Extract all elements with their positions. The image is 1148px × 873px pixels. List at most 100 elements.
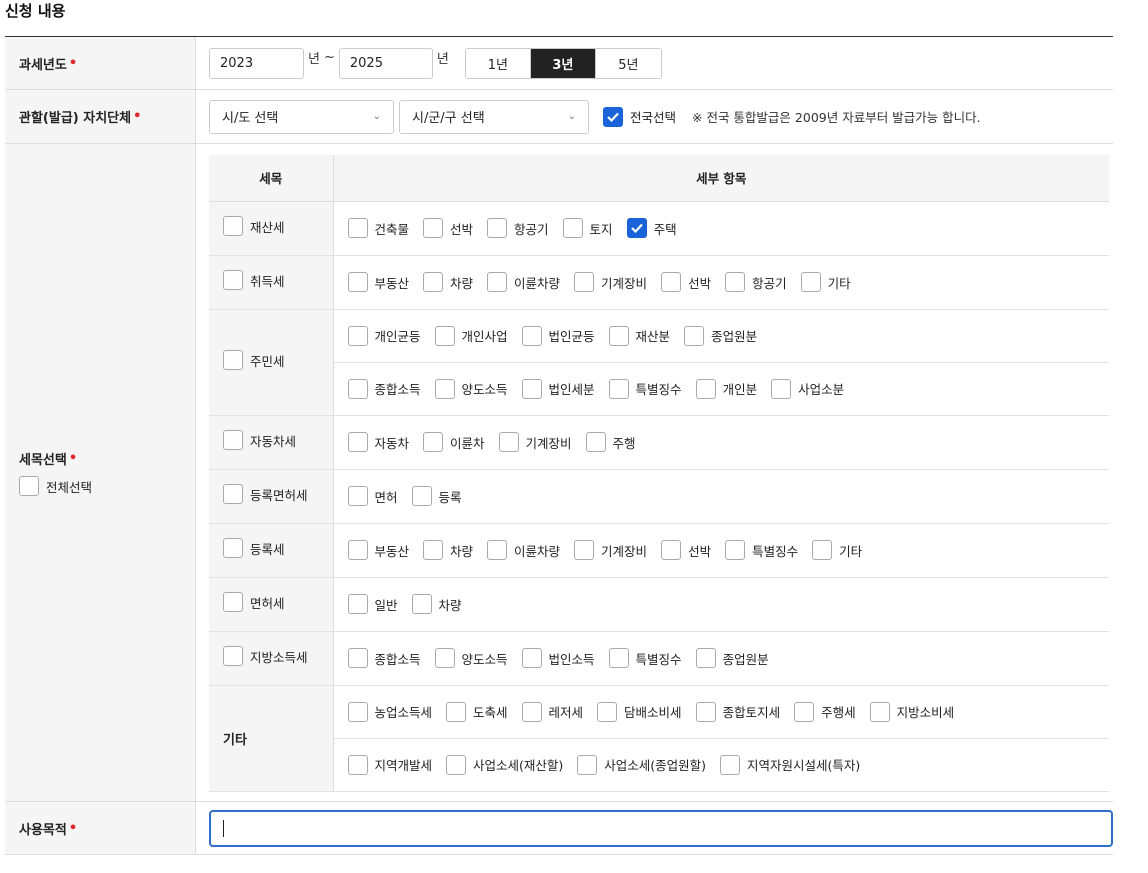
tax-item-checkbox[interactable]: 도축세 xyxy=(446,701,508,722)
tax-item-label: 재산분 xyxy=(635,329,671,344)
year-from-input[interactable]: 2023 xyxy=(209,47,304,79)
purpose-input[interactable] xyxy=(209,809,1113,847)
select-all-checkbox[interactable]: 전체선택 xyxy=(19,476,92,496)
checkbox-icon xyxy=(19,476,39,496)
tax-table-row: 기타 농업소득세 도축세 레저세 담배소비세 종합토지세 주행세 지방소비세 xyxy=(209,685,1109,792)
tax-item-checkbox[interactable]: 일반 xyxy=(347,594,398,614)
tax-category-checkbox[interactable]: 면허세 xyxy=(223,592,285,612)
tax-item-checkbox[interactable]: 종합소득 xyxy=(347,378,421,399)
tax-item-checkbox[interactable]: 양도소득 xyxy=(434,378,508,399)
tax-category-checkbox[interactable]: 취득세 xyxy=(223,270,285,290)
year-range-segment: 1년 3년 5년 xyxy=(464,47,662,79)
tax-item-checkbox[interactable]: 토지 xyxy=(562,218,613,238)
nationwide-checkbox[interactable]: 전국선택 xyxy=(603,106,676,127)
tax-item-checkbox[interactable]: 개인사업 xyxy=(434,325,508,346)
tax-item-checkbox[interactable]: 종업원분 xyxy=(684,325,757,346)
tax-item-checkbox[interactable]: 선박 xyxy=(423,218,473,238)
tax-item-checkbox[interactable]: 건축물 xyxy=(347,218,409,238)
tax-item-label: 등록 xyxy=(438,489,462,505)
tax-item-checkbox[interactable]: 차량 xyxy=(411,594,462,614)
tax-label-text: 세목선택 xyxy=(19,453,67,468)
tax-item-checkbox[interactable]: 부동산 xyxy=(347,540,409,560)
tax-item-checkbox[interactable]: 지역자원시설세(특자) xyxy=(720,754,860,775)
sido-select[interactable]: 시/도 선택 ⌄ xyxy=(209,99,394,134)
checkbox-icon xyxy=(521,325,542,346)
tax-item-checkbox[interactable]: 항공기 xyxy=(487,218,549,238)
checkbox-icon xyxy=(347,325,368,346)
tax-item-checkbox[interactable]: 담배소비세 xyxy=(597,701,682,722)
tax-item-checkbox[interactable]: 등록 xyxy=(411,486,462,506)
tax-item-checkbox[interactable]: 양도소득 xyxy=(434,648,508,668)
tax-item-checkbox[interactable]: 이륜차 xyxy=(423,432,485,452)
sigungu-select[interactable]: 시/군/구 선택 ⌄ xyxy=(399,99,589,134)
tax-item-checkbox[interactable]: 선박 xyxy=(661,272,711,292)
tax-item-checkbox[interactable]: 종합토지세 xyxy=(695,701,780,722)
tax-items-line: 부동산 차량 이륜차량 기계장비 선박 항공기 기타 xyxy=(347,272,1110,292)
tax-item-checkbox[interactable]: 기타 xyxy=(812,540,862,560)
checkbox-icon xyxy=(423,218,444,238)
year-to-input[interactable]: 2025 xyxy=(338,47,433,79)
tax-table-wrap: 세목 세부 항목 재산세 건축물 선박 항공기 토지 주택 취득세 부동산 차량 이륜차량 기계장비… xyxy=(196,144,1113,801)
tax-item-checkbox[interactable]: 사업소세(재산할) xyxy=(446,754,563,775)
checkbox-icon xyxy=(223,216,243,236)
tax-item-checkbox[interactable]: 특별징수 xyxy=(725,540,798,560)
tax-item-checkbox[interactable]: 차량 xyxy=(423,540,473,560)
tax-category-checkbox[interactable]: 주민세 xyxy=(223,350,285,370)
tax-category-checkbox[interactable]: 등록면허세 xyxy=(223,484,308,504)
tax-item-checkbox[interactable]: 사업소분 xyxy=(771,378,844,399)
tax-item-checkbox[interactable]: 레저세 xyxy=(521,701,583,722)
tax-item-label: 사업소세(종업원할) xyxy=(604,758,707,773)
tax-item-checkbox[interactable]: 자동차 xyxy=(347,432,409,452)
tax-item-checkbox[interactable]: 주행 xyxy=(585,432,636,452)
tax-item-checkbox[interactable]: 부동산 xyxy=(347,272,409,292)
tax-item-checkbox[interactable]: 항공기 xyxy=(725,272,787,292)
tax-item-checkbox[interactable]: 법인소득 xyxy=(521,648,595,668)
checkbox-icon xyxy=(347,648,368,668)
year-range-button[interactable]: 1년 xyxy=(465,48,531,78)
header-category: 세목 xyxy=(209,155,334,202)
tax-item-checkbox[interactable]: 사업소세(종업원할) xyxy=(577,754,707,775)
tax-table-row: 등록면허세 면허 등록 xyxy=(209,469,1109,524)
tax-category-checkbox[interactable]: 지방소득세 xyxy=(223,646,308,666)
tax-item-checkbox[interactable]: 특별징수 xyxy=(608,378,682,399)
tax-item-label: 차량 xyxy=(438,597,462,613)
tax-item-checkbox[interactable]: 종업원분 xyxy=(695,648,769,668)
tax-item-label: 도축세 xyxy=(473,705,508,720)
tax-category-cell: 등록세 xyxy=(209,523,334,578)
tax-items-line: 종합소득 양도소득 법인세분 특별징수 개인분 사업소분 xyxy=(347,378,1110,399)
tax-item-checkbox[interactable]: 선박 xyxy=(661,540,711,560)
tax-item-checkbox[interactable]: 법인균등 xyxy=(521,325,595,346)
tax-item-checkbox[interactable]: 주행세 xyxy=(794,701,856,722)
tax-item-checkbox[interactable]: 재산분 xyxy=(608,325,671,346)
year-range-button[interactable]: 5년 xyxy=(595,48,661,78)
checkbox-icon xyxy=(446,701,467,722)
tax-item-checkbox[interactable]: 지방소비세 xyxy=(869,701,954,722)
tax-item-checkbox[interactable]: 주택 xyxy=(626,218,677,238)
tax-category-label: 취득세 xyxy=(250,273,285,289)
tax-item-checkbox[interactable]: 기계장비 xyxy=(574,272,647,292)
tax-item-checkbox[interactable]: 종합소득 xyxy=(347,648,421,668)
checkbox-icon xyxy=(487,540,508,560)
checkbox-icon xyxy=(411,594,432,614)
tax-category-label: 등록세 xyxy=(250,541,285,557)
tax-item-checkbox[interactable]: 지역개발세 xyxy=(347,754,432,775)
checkbox-icon xyxy=(812,540,833,560)
year-label: 과세년도 • xyxy=(5,37,196,89)
tax-category-checkbox[interactable]: 등록세 xyxy=(223,538,285,558)
tax-item-checkbox[interactable]: 이륜차량 xyxy=(487,272,560,292)
tax-item-checkbox[interactable]: 기계장비 xyxy=(574,540,647,560)
tax-item-checkbox[interactable]: 이륜차량 xyxy=(487,540,560,560)
tax-category-checkbox[interactable]: 자동차세 xyxy=(223,430,296,450)
tax-item-checkbox[interactable]: 개인분 xyxy=(695,378,757,399)
tax-item-checkbox[interactable]: 기계장비 xyxy=(498,432,572,452)
tax-item-checkbox[interactable]: 법인세분 xyxy=(521,378,595,399)
tax-item-checkbox[interactable]: 농업소득세 xyxy=(347,701,432,722)
tax-item-checkbox[interactable]: 개인균등 xyxy=(347,325,421,346)
year-range-button[interactable]: 3년 xyxy=(530,48,596,78)
tax-item-checkbox[interactable]: 기타 xyxy=(800,272,851,292)
tax-item-checkbox[interactable]: 면허 xyxy=(347,486,398,506)
tax-item-checkbox[interactable]: 차량 xyxy=(423,272,473,292)
checkbox-icon xyxy=(446,754,467,775)
tax-category-checkbox[interactable]: 재산세 xyxy=(223,216,285,236)
tax-item-checkbox[interactable]: 특별징수 xyxy=(608,648,682,668)
